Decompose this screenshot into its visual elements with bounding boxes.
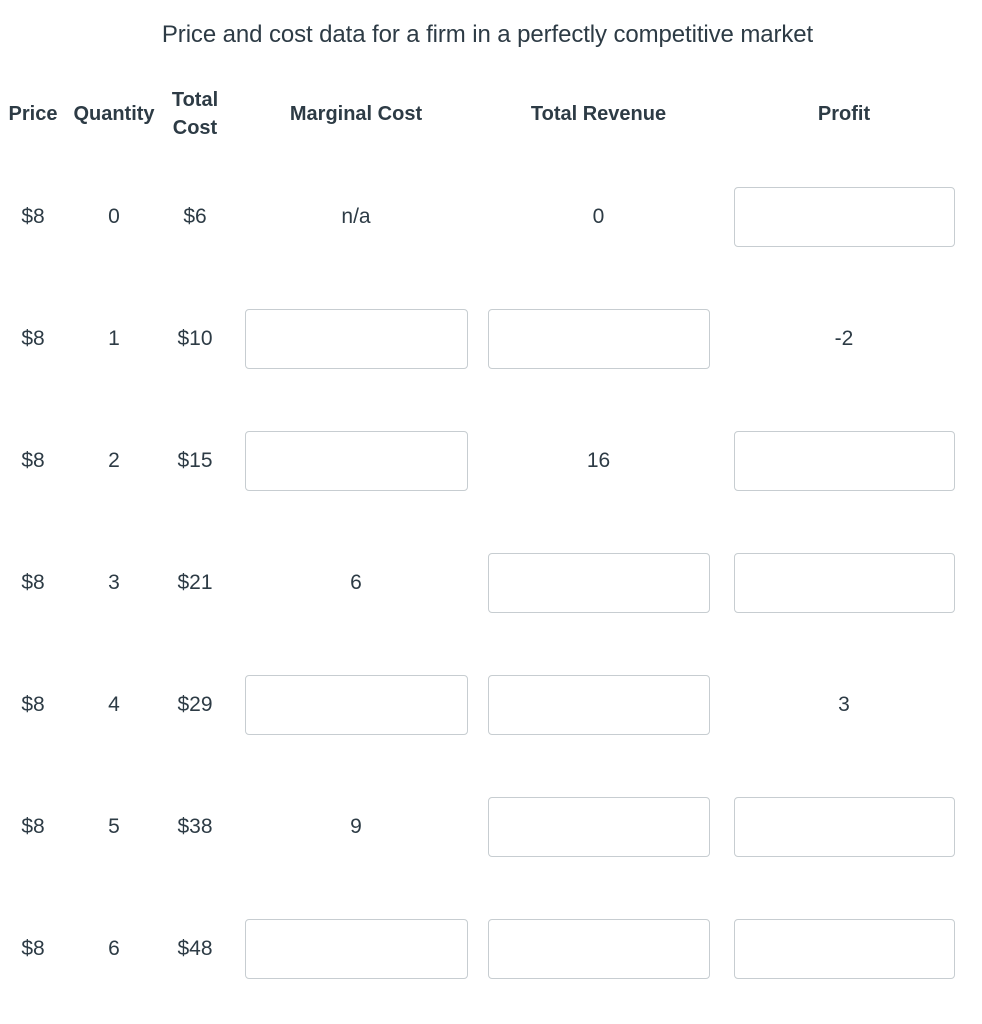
cell-marginal-cost: [228, 278, 484, 400]
column-header-total-cost: Total Cost: [171, 89, 219, 139]
column-header-marginal-cost: Marginal Cost: [289, 103, 423, 125]
cell-total-revenue: [484, 522, 713, 644]
cell-price: $8: [21, 815, 45, 838]
cell-profit: [713, 522, 975, 644]
cell-quantity: 3: [108, 571, 120, 594]
header-row: Price Quantity Total Cost Marginal Cost …: [0, 72, 975, 156]
marginal-cost-cell-wrapper: [228, 644, 484, 766]
table-row: $8 3 $21 6: [0, 522, 975, 644]
column-header-price: Price: [8, 103, 58, 125]
marginal-cost-cell-wrapper: [228, 278, 484, 400]
profit-input-row-3[interactable]: [733, 431, 955, 491]
cell-quantity: 1: [108, 327, 120, 350]
column-header-profit: Profit: [817, 103, 871, 125]
profit-cell-wrapper: [713, 156, 975, 278]
total-revenue-cell-wrapper: [484, 888, 713, 1010]
cell-price: $8: [21, 571, 45, 594]
cell-quantity: 4: [108, 693, 120, 716]
table-row: $8 4 $29 3: [0, 644, 975, 766]
total-revenue-cell-wrapper: [484, 278, 713, 400]
cell-total-revenue: [484, 278, 713, 400]
cell-marginal-cost: [228, 888, 484, 1010]
profit-cell-wrapper: [713, 400, 975, 522]
cell-total-revenue: 16: [586, 449, 611, 472]
profit-input-row-7[interactable]: [733, 919, 955, 979]
cell-marginal-cost: 9: [350, 815, 362, 838]
profit-cell-wrapper: [713, 522, 975, 644]
cell-profit: -2: [834, 327, 854, 350]
cell-quantity: 2: [108, 449, 120, 472]
worksheet-page: Price and cost data for a firm in a perf…: [0, 0, 982, 1024]
column-header-total-revenue: Total Revenue: [530, 103, 667, 125]
cell-total-cost: $6: [183, 205, 207, 228]
cell-total-revenue: [484, 766, 713, 888]
total-revenue-input-row-5[interactable]: [487, 675, 710, 735]
cell-total-cost: $15: [177, 449, 213, 472]
profit-input-row-1[interactable]: [733, 187, 955, 247]
table-row: $8 6 $48: [0, 888, 975, 1010]
cell-total-cost: $29: [177, 693, 213, 716]
total-revenue-input-row-6[interactable]: [487, 797, 710, 857]
cell-marginal-cost: 6: [350, 571, 362, 594]
marginal-cost-cell-wrapper: [228, 400, 484, 522]
table-header: Price Quantity Total Cost Marginal Cost …: [0, 72, 975, 156]
cell-marginal-cost: n/a: [341, 205, 371, 228]
cell-profit: [713, 156, 975, 278]
cell-total-cost: $38: [177, 815, 213, 838]
cell-profit: 3: [838, 693, 850, 716]
profit-input-row-4[interactable]: [733, 553, 955, 613]
total-revenue-input-row-4[interactable]: [487, 553, 710, 613]
total-revenue-cell-wrapper: [484, 522, 713, 644]
cell-profit: [713, 400, 975, 522]
table-row: $8 0 $6 n/a 0: [0, 156, 975, 278]
table-row: $8 5 $38 9: [0, 766, 975, 888]
cell-marginal-cost: [228, 400, 484, 522]
table-body: $8 0 $6 n/a 0 $8 1 $10 -2 $8 2 $15 16 $8 3 $21 6 $8 4 $29 3 $…: [0, 156, 975, 1010]
cell-total-revenue: [484, 644, 713, 766]
total-revenue-cell-wrapper: [484, 766, 713, 888]
cell-total-cost: $10: [177, 327, 213, 350]
cell-quantity: 5: [108, 815, 120, 838]
cell-price: $8: [21, 937, 45, 960]
marginal-cost-input-row-7[interactable]: [244, 919, 468, 979]
profit-cell-wrapper: [713, 766, 975, 888]
cell-profit: [713, 766, 975, 888]
cell-total-cost: $48: [177, 937, 213, 960]
marginal-cost-input-row-3[interactable]: [244, 431, 468, 491]
cell-price: $8: [21, 205, 45, 228]
cell-price: $8: [21, 327, 45, 350]
table-title: Price and cost data for a firm in a perf…: [161, 21, 814, 48]
total-revenue-cell-wrapper: [484, 644, 713, 766]
profit-input-row-6[interactable]: [733, 797, 955, 857]
cell-price: $8: [21, 449, 45, 472]
cell-total-revenue: [484, 888, 713, 1010]
total-revenue-input-row-2[interactable]: [487, 309, 710, 369]
profit-cell-wrapper: [713, 888, 975, 1010]
cell-total-cost: $21: [177, 571, 213, 594]
cell-profit: [713, 888, 975, 1010]
total-revenue-input-row-7[interactable]: [487, 919, 710, 979]
cell-price: $8: [21, 693, 45, 716]
table-row: $8 2 $15 16: [0, 400, 975, 522]
marginal-cost-cell-wrapper: [228, 888, 484, 1010]
cell-quantity: 0: [108, 205, 120, 228]
marginal-cost-input-row-2[interactable]: [244, 309, 468, 369]
price-and-cost-data-table: Price Quantity Total Cost Marginal Cost …: [0, 72, 975, 1010]
marginal-cost-input-row-5[interactable]: [244, 675, 468, 735]
column-header-quantity: Quantity: [73, 103, 155, 125]
cell-total-revenue: 0: [592, 205, 605, 228]
cell-marginal-cost: [228, 644, 484, 766]
cell-quantity: 6: [108, 937, 120, 960]
table-row: $8 1 $10 -2: [0, 278, 975, 400]
